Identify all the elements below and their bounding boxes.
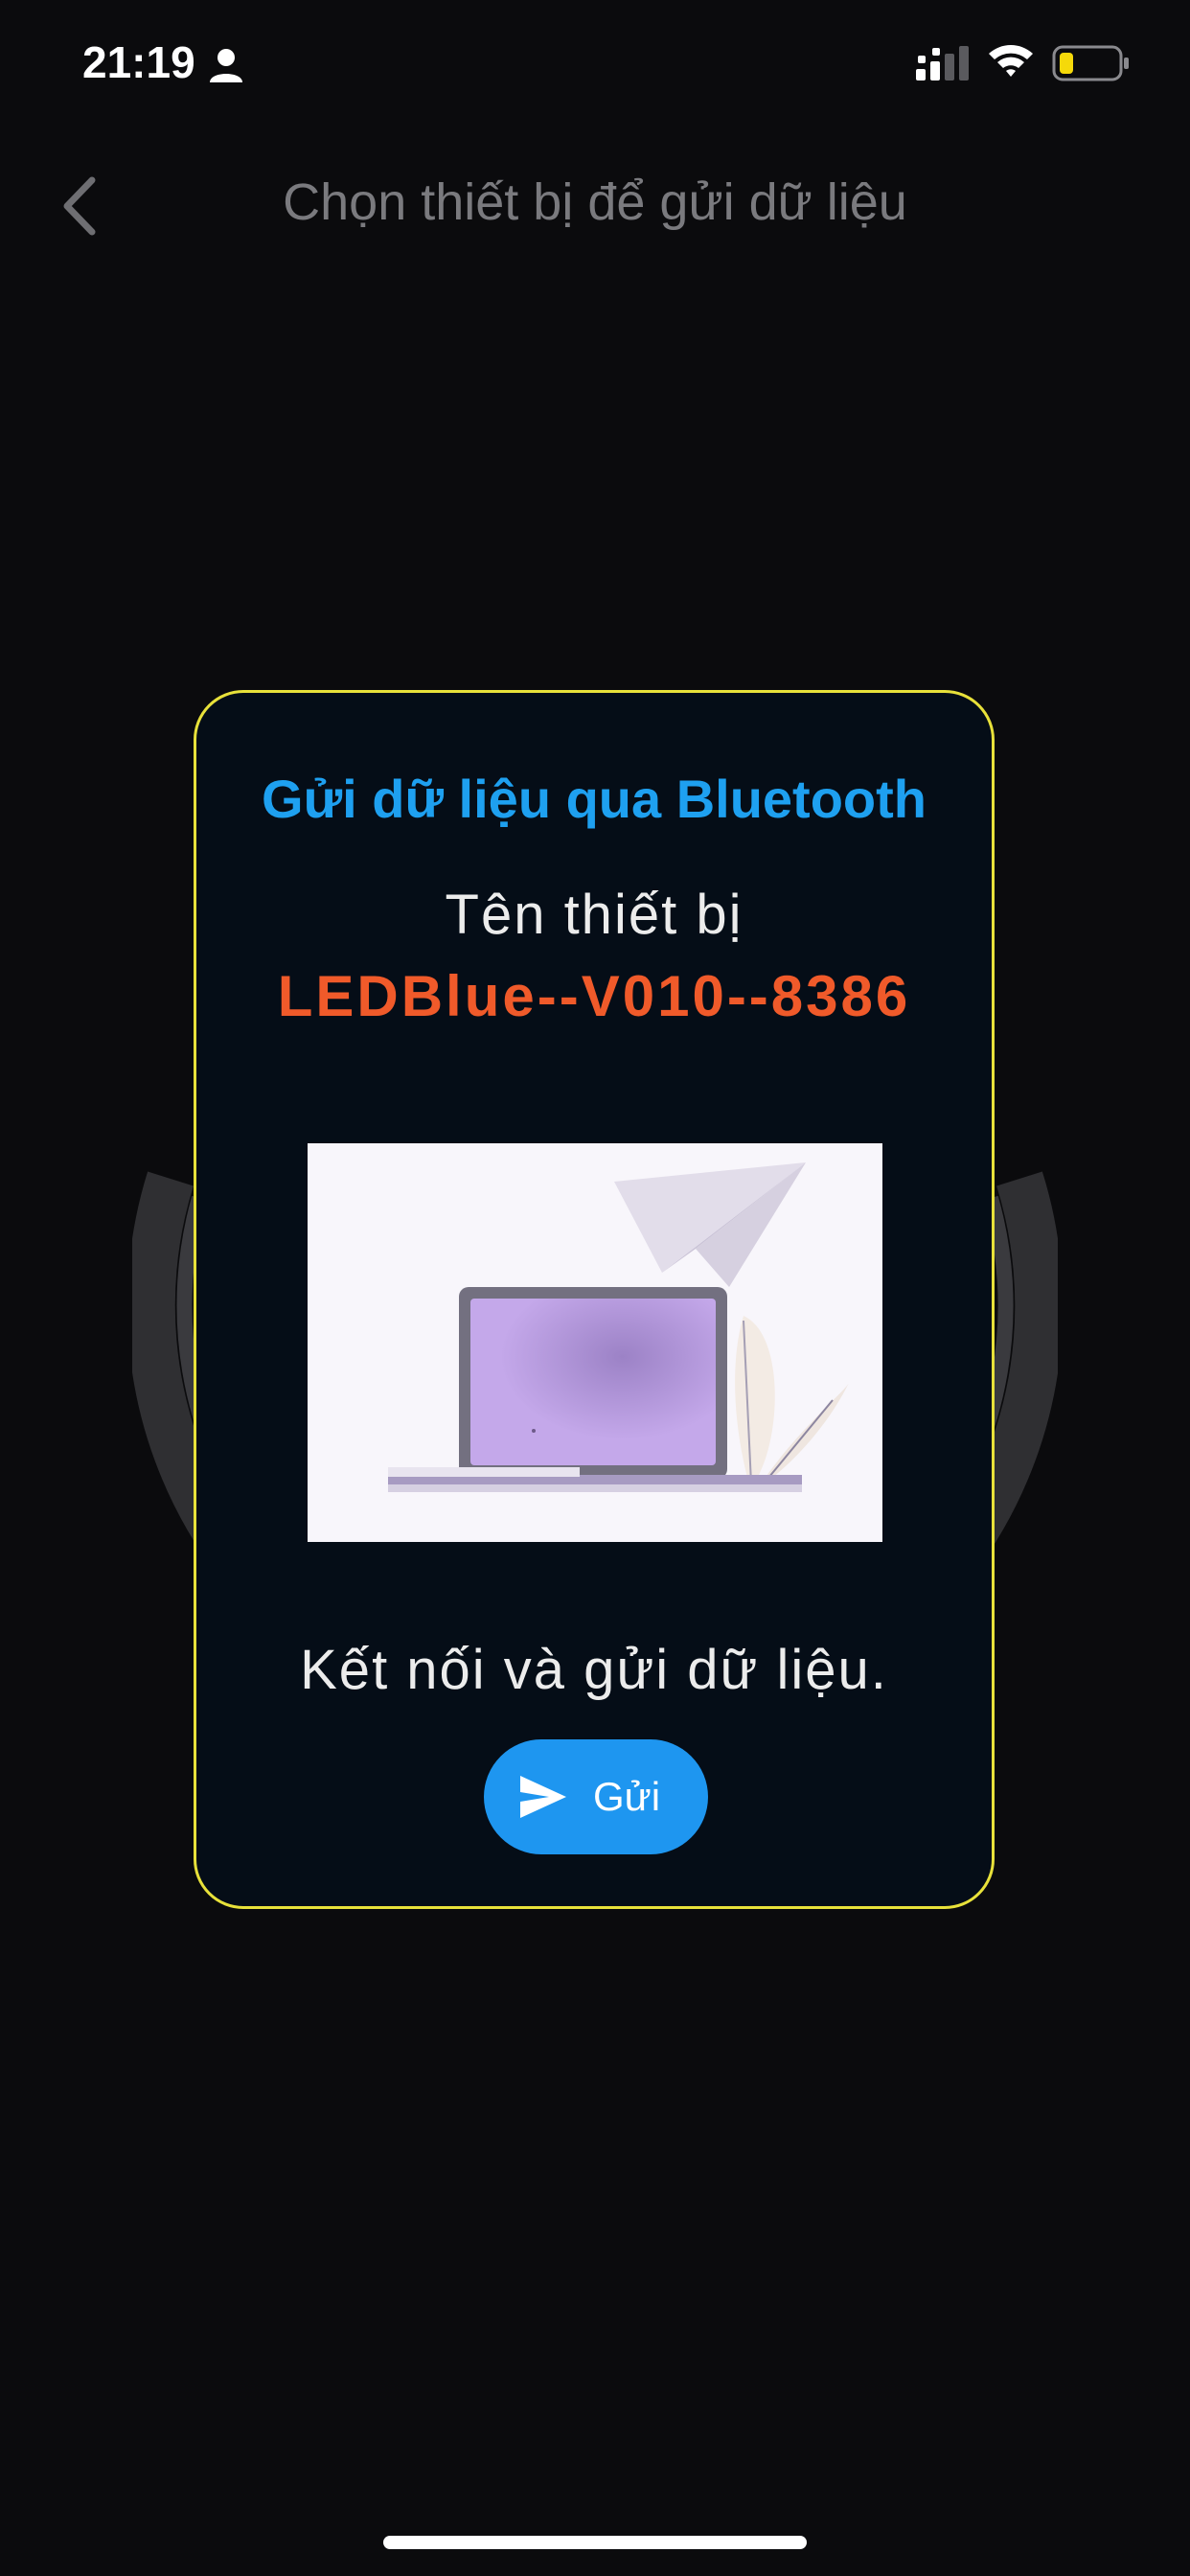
send-button-label: Gửi	[593, 1774, 661, 1819]
connect-message: Kết nối và gửi dữ liệu.	[300, 1639, 888, 1701]
device-name-value: LEDBlue--V010--8386	[277, 964, 911, 1028]
device-name-label: Tên thiết bị	[445, 884, 744, 946]
status-time: 21:19	[82, 37, 195, 87]
wifi-icon	[989, 45, 1033, 77]
screen: 21:19 Chọn thiết bị để gửi dữ liệu Gửi d…	[0, 0, 1190, 2576]
battery-icon	[1052, 45, 1129, 81]
send-icon	[520, 1776, 566, 1818]
person-icon	[210, 49, 242, 82]
status-bar: 21:19	[0, 0, 1190, 134]
bluetooth-send-dialog: Gửi dữ liệu qua Bluetooth Tên thiết bị L…	[194, 690, 995, 1909]
send-button[interactable]: Gửi	[484, 1739, 708, 1854]
home-indicator[interactable]	[383, 2536, 807, 2549]
laptop-paper-plane-illustration	[308, 1143, 882, 1542]
dialog-title: Gửi dữ liệu qua Bluetooth	[262, 769, 927, 829]
page-title: Chọn thiết bị để gửi dữ liệu	[283, 173, 907, 231]
cellular-signal-icon	[916, 46, 969, 80]
